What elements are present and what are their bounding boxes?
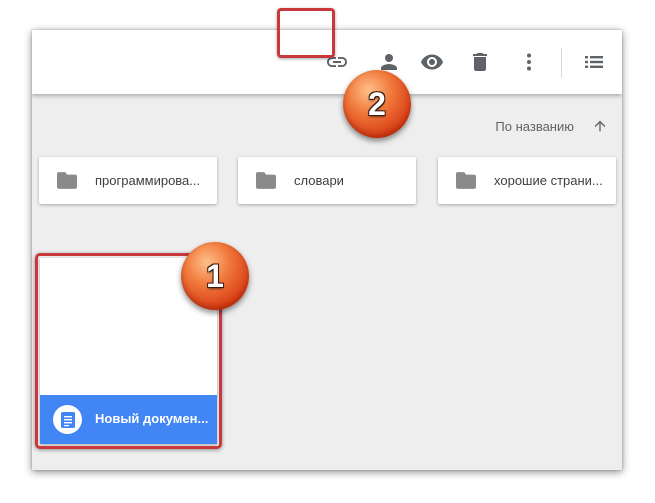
folder-icon — [256, 172, 276, 189]
more-actions-button[interactable] — [517, 50, 541, 74]
folder-item[interactable]: программирова... — [39, 157, 217, 204]
preview-button[interactable] — [420, 50, 444, 74]
step-number: 2 — [368, 85, 386, 122]
step-badge-2: 2 — [343, 70, 411, 138]
folder-item[interactable]: словари — [238, 157, 416, 204]
arrow-up-icon[interactable] — [592, 118, 608, 134]
list-view-icon — [585, 56, 603, 68]
folder-icon — [456, 172, 476, 189]
folder-name: хорошие страни... — [494, 173, 603, 188]
trash-icon — [473, 53, 487, 71]
eye-icon — [421, 54, 443, 70]
list-view-button[interactable] — [582, 50, 606, 74]
folder-name: словари — [294, 173, 344, 188]
sort-control[interactable]: По названию — [495, 118, 608, 134]
sort-label: По названию — [495, 118, 574, 134]
folder-icon — [57, 172, 77, 189]
folder-item[interactable]: хорошие страни... — [438, 157, 616, 204]
step-number: 1 — [206, 257, 224, 294]
step-badge-1: 1 — [181, 242, 249, 310]
delete-button[interactable] — [468, 50, 492, 74]
toolbar-divider — [561, 48, 562, 78]
more-vert-icon — [527, 53, 531, 71]
folder-name: программирова... — [95, 173, 201, 188]
link-button-highlight — [277, 8, 335, 58]
